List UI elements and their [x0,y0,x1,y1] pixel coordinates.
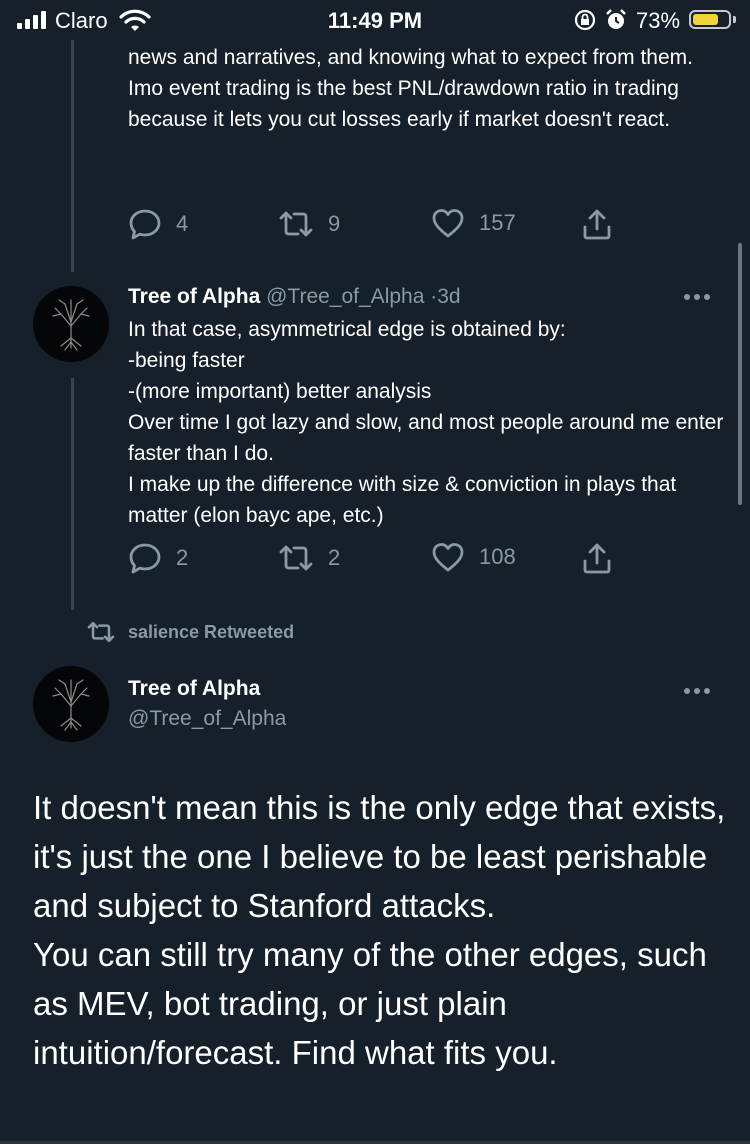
thread-line-top [71,40,74,272]
reply-button[interactable]: 4 [128,207,188,241]
thread-line-middle [71,378,74,610]
orientation-lock-icon [574,9,596,31]
alarm-icon [606,9,626,29]
retweet-count: 2 [328,545,341,570]
battery-tip [733,16,736,23]
battery-level [693,14,718,25]
reply-tweet-header: Tree of Alpha @Tree_of_Alpha ·3d [128,285,461,309]
author-handle[interactable]: @Tree_of_Alpha [266,285,424,308]
share-button[interactable] [581,207,613,241]
reply-icon [129,543,161,574]
tree-logo-icon [33,666,109,742]
heart-icon [432,209,464,238]
share-button[interactable] [581,541,613,575]
battery-percent: 73% [636,8,681,33]
battery-icon [689,10,731,29]
heart-icon [432,543,464,572]
retweet-button[interactable]: 9 [278,207,340,241]
reply-tweet-text: In that case, asymmetrical edge is obtai… [128,318,724,527]
more-options-icon[interactable] [684,688,710,694]
main-tweet-text: It doesn't mean this is the only edge th… [33,789,726,1071]
retweet-notice-label: salience Retweeted [128,621,295,642]
retweet-count: 9 [328,211,341,236]
like-count: 157 [479,210,516,235]
like-button[interactable]: 108 [431,541,516,573]
main-tweet-name: Tree of Alpha [128,677,260,701]
reply-tweet-actions: 2 2 108 [128,541,628,577]
author-handle[interactable]: @Tree_of_Alpha [128,707,286,730]
avatar[interactable] [33,286,109,362]
retweet-icon [279,545,313,571]
status-bar: Claro 11:49 PM 73% [0,0,750,40]
like-button[interactable]: 157 [431,207,516,239]
reply-count: 2 [176,545,189,570]
author-name[interactable]: Tree of Alpha [128,285,260,308]
retweet-icon [87,621,115,643]
reply-button[interactable]: 2 [128,541,188,575]
avatar[interactable] [33,666,109,742]
retweet-icon [279,211,313,237]
author-name[interactable]: Tree of Alpha [128,677,260,700]
main-tweet-handle: @Tree_of_Alpha [128,707,286,731]
more-options-icon[interactable] [684,294,710,300]
retweet-button[interactable]: 2 [278,541,340,575]
tweet-partial-actions: 4 9 157 [128,207,628,243]
tweet-partial-text: news and narratives, and knowing what to… [128,46,693,131]
tree-logo-icon [33,286,109,362]
retweet-notice[interactable]: salience Retweeted [86,620,294,644]
share-icon [583,209,611,240]
tweet-time[interactable]: 3d [437,285,460,308]
reply-icon [129,209,161,240]
reply-count: 4 [176,211,189,236]
like-count: 108 [479,544,516,569]
scrollbar[interactable] [738,243,742,505]
share-icon [583,543,611,574]
